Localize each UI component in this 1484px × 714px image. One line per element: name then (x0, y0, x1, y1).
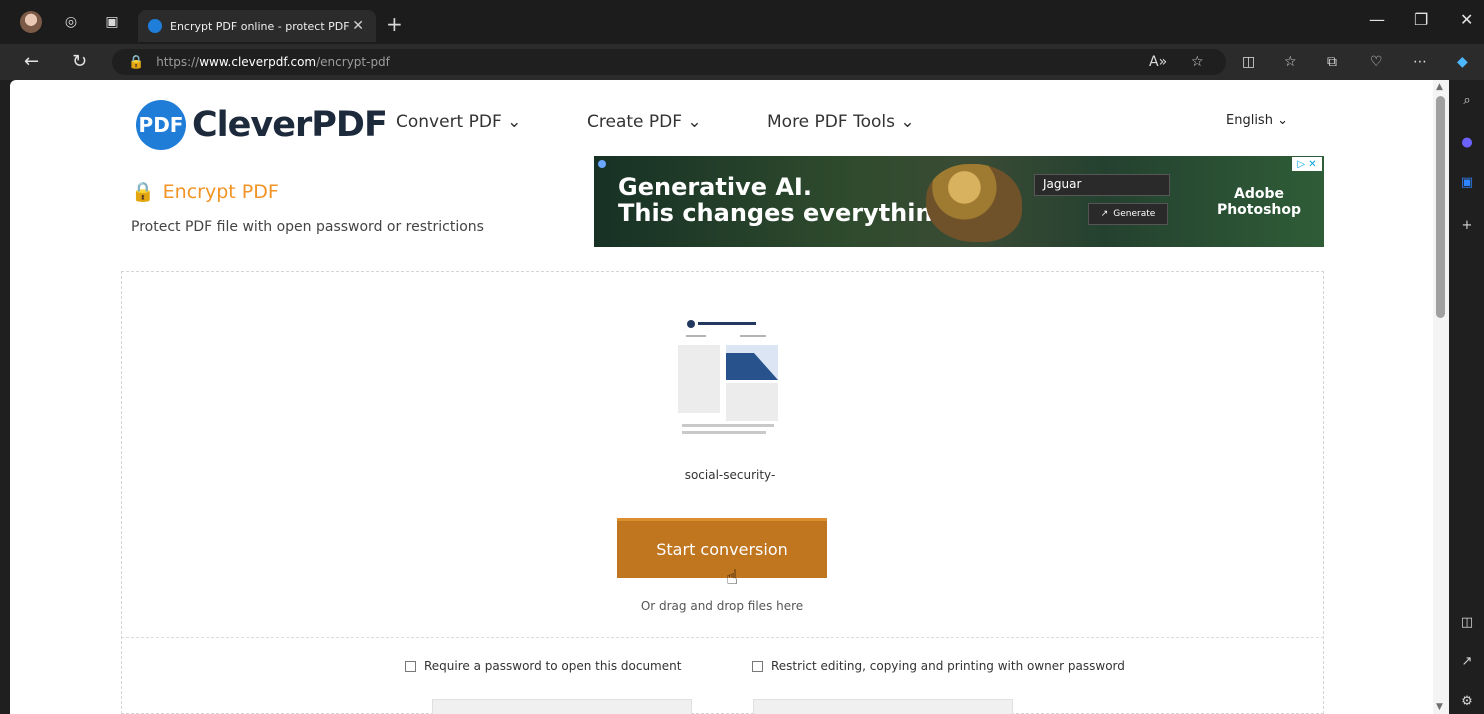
read-aloud-icon[interactable]: A» (1149, 54, 1167, 70)
ad-info-icon[interactable] (598, 160, 606, 168)
open-password-input[interactable] (432, 699, 692, 714)
minimize-button[interactable]: — (1369, 10, 1385, 29)
convert-pdf-menu[interactable]: Convert PDF ⌄ (396, 112, 521, 132)
search-icon[interactable]: ⌕ (1459, 92, 1475, 108)
web-page: PDF CleverPDF Convert PDF ⌄ Create PDF ⌄… (10, 80, 1433, 714)
add-icon[interactable]: + (1459, 217, 1475, 233)
lock-icon[interactable]: 🔒 (128, 55, 144, 70)
restrict-editing-checkbox[interactable] (752, 660, 763, 672)
generate-icon: ↗ (1100, 209, 1109, 219)
close-button[interactable]: ✕ (1460, 10, 1473, 29)
new-tab-button[interactable]: + (386, 12, 403, 36)
scroll-down-icon[interactable]: ▼ (1436, 702, 1443, 712)
scroll-thumb[interactable] (1436, 96, 1445, 318)
sidebar-icon[interactable]: ◫ (1459, 614, 1475, 630)
collections-icon[interactable]: ⧉ (1327, 54, 1337, 70)
tab-title: Encrypt PDF online - protect PDF (170, 19, 350, 33)
browser-titlebar: ◎ ▣ Encrypt PDF online - protect PDF ✕ +… (0, 0, 1484, 44)
back-icon[interactable]: ← (24, 51, 39, 72)
favorite-icon[interactable]: ☆ (1191, 54, 1204, 70)
logo-text: CleverPDF (192, 105, 388, 145)
refresh-icon[interactable]: ↻ (72, 51, 87, 72)
tool-subtitle: Protect PDF file with open password or r… (131, 219, 484, 235)
split-screen-icon[interactable]: ◫ (1242, 54, 1255, 70)
section-divider (121, 637, 1324, 638)
owner-password-input[interactable] (753, 699, 1013, 714)
address-bar[interactable]: 🔒 https://www.cleverpdf.com/encrypt-pdf (112, 49, 1226, 75)
more-pdf-tools-menu[interactable]: More PDF Tools ⌄ (767, 112, 915, 132)
office-icon[interactable]: ● (1459, 134, 1475, 150)
adchoices-badge[interactable]: ▷ ✕ (1292, 157, 1322, 171)
file-name: social-security- (684, 468, 776, 482)
ad-prompt-input[interactable]: Jaguar (1034, 174, 1170, 196)
browser-sidebar: ⌕ ● ▣ + ◫ ↗ ⚙ (1449, 80, 1484, 714)
require-password-checkbox[interactable] (405, 660, 416, 672)
settings-icon[interactable]: ⚙ (1459, 693, 1475, 709)
hand-cursor-icon: ☝ (726, 565, 739, 589)
restrict-editing-label: Restrict editing, copying and printing w… (771, 659, 1125, 673)
restrict-editing-option[interactable]: Restrict editing, copying and printing w… (752, 659, 1125, 673)
language-selector[interactable]: English ⌄ (1226, 113, 1288, 128)
advertisement[interactable]: Generative AI. This changes everything. … (594, 156, 1324, 247)
close-tab-icon[interactable]: ✕ (352, 18, 364, 34)
padlock-icon: 🔒 (131, 181, 155, 203)
thumbnail-logo-icon (687, 320, 695, 328)
copilot-icon[interactable]: ◆ (1457, 54, 1468, 70)
pdf-thumbnail (674, 313, 784, 459)
browser-essentials-icon[interactable]: ♡ (1370, 54, 1383, 70)
cleverpdf-logo[interactable]: PDF CleverPDF (136, 100, 388, 150)
browser-toolbar: ← ↻ 🔒 https://www.cleverpdf.com/encrypt-… (0, 44, 1484, 80)
drag-drop-hint: Or drag and drop files here (640, 599, 804, 613)
restore-button[interactable]: ❐ (1414, 10, 1428, 29)
logo-mark-icon: PDF (136, 100, 186, 150)
tabs-icon[interactable]: ▣ (102, 12, 122, 32)
tool-title: 🔒 Encrypt PDF (131, 180, 279, 204)
jaguar-image (926, 164, 1022, 242)
scroll-up-icon[interactable]: ▲ (1436, 82, 1443, 92)
outlook-icon[interactable]: ▣ (1459, 174, 1475, 190)
ad-headline: Generative AI. This changes everything. (618, 173, 959, 227)
generate-label: Generate (1113, 209, 1156, 219)
require-password-label: Require a password to open this document (424, 659, 682, 673)
workspaces-icon[interactable]: ◎ (61, 12, 81, 32)
require-password-option[interactable]: Require a password to open this document (405, 659, 681, 673)
start-conversion-button[interactable]: Start conversion (617, 518, 827, 578)
ad-generate-button[interactable]: ↗ Generate (1088, 203, 1168, 225)
open-in-new-icon[interactable]: ↗ (1459, 653, 1475, 669)
favorites-icon[interactable]: ☆ (1284, 54, 1297, 70)
tool-title-text: Encrypt PDF (162, 180, 279, 203)
page-scrollbar[interactable]: ▲ ▼ (1433, 80, 1449, 714)
browser-tab[interactable]: Encrypt PDF online - protect PDF ✕ (138, 10, 376, 42)
url-text[interactable]: https://www.cleverpdf.com/encrypt-pdf (156, 55, 390, 69)
ad-brand: Adobe Photoshop (1216, 186, 1302, 218)
profile-avatar[interactable] (20, 11, 42, 33)
tab-favicon-icon (148, 19, 162, 33)
more-icon[interactable]: ⋯ (1413, 54, 1427, 70)
create-pdf-menu[interactable]: Create PDF ⌄ (587, 112, 702, 132)
